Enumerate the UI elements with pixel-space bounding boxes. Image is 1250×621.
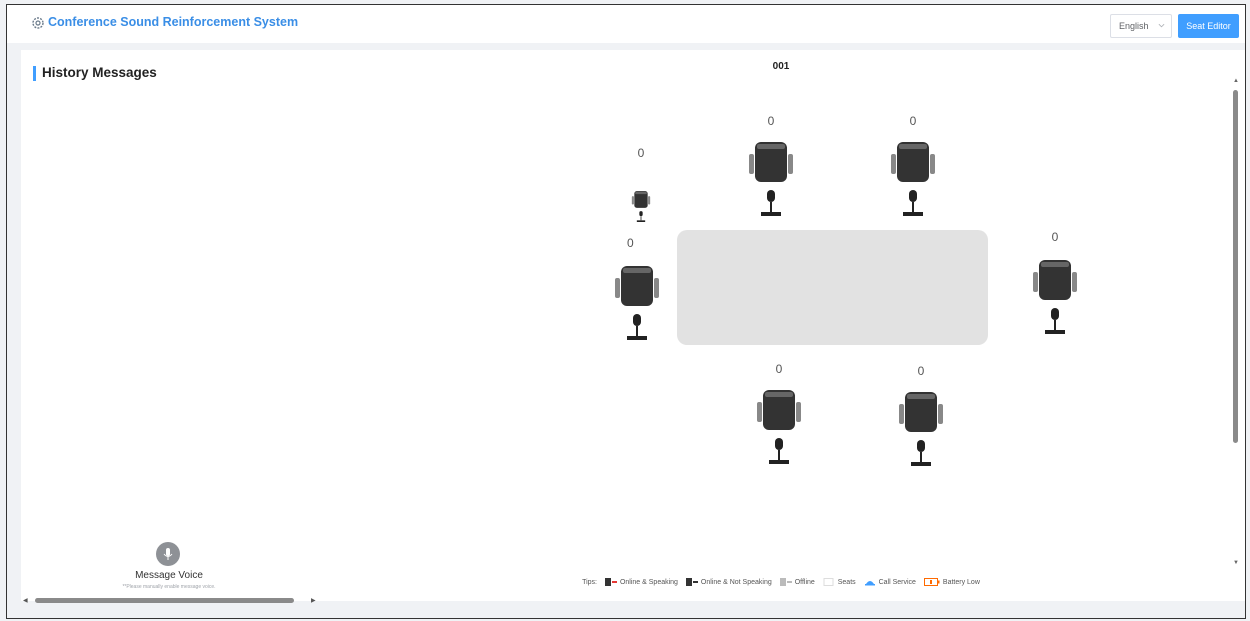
message-voice-note: **Please manually enable message voice. [122,584,216,590]
seat-outline-icon [823,578,834,586]
language-value: English [1119,21,1149,31]
scrollbar-thumb[interactable] [35,598,294,603]
seat[interactable]: 0 [755,362,803,472]
legend-label: Seats [837,578,856,586]
microphone-icon [163,548,173,560]
legend-label: Offline [794,578,815,586]
seat-count: 0 [917,364,925,378]
legend-item: Online & Not Speaking [685,578,772,586]
history-panel: History Messages Message Voice **Please … [21,50,317,601]
battery-low-icon [923,578,940,586]
seat-count: 0 [627,236,634,250]
chair-mic-icon [615,266,659,340]
scroll-up-icon[interactable]: ▲ [1233,78,1239,84]
mic-online-speaking-icon [604,578,617,586]
legend-item: Offline [779,578,815,586]
scrollbar-thumb[interactable] [1233,90,1238,443]
chair-mic-icon [891,142,935,216]
header-bar: Conference Sound Reinforcement System En… [7,5,1245,43]
chevron-down-icon [1158,23,1165,28]
legend-item: Seats [823,578,856,586]
seat-count: 0 [1051,230,1059,244]
seat[interactable]: 0 [889,114,937,222]
mic-offline-icon [779,578,792,586]
app-window: Conference Sound Reinforcement System En… [6,4,1246,619]
vertical-scrollbar[interactable]: ▲ ▼ [1231,78,1241,603]
chair-mic-icon [757,390,801,464]
conference-table [677,230,988,358]
message-voice-label: Message Voice [135,570,203,581]
horizontal-scrollbar[interactable]: ◀ ▶ [21,595,317,605]
chair-mic-icon [899,392,943,466]
call-service-icon [864,581,875,586]
legend-tips-label: Tips: [582,578,598,586]
legend-item: Call Service [864,578,916,586]
chair-mic-icon [631,191,651,222]
chair-mic-icon [749,142,793,216]
scroll-right-icon[interactable]: ▶ [311,597,316,604]
seat[interactable]: 0 [897,364,945,474]
seat[interactable]: 0 [613,236,661,346]
seat[interactable]: 0 [621,146,661,226]
seat[interactable]: 0 [747,114,795,222]
legend-label: Call Service [878,578,916,586]
seat-count: 0 [909,114,917,128]
legend-item: Battery Low [923,578,980,586]
seat-count: 0 [775,362,783,376]
mic-online-icon [685,578,698,586]
seat-count: 0 [637,146,645,160]
scroll-left-icon[interactable]: ◀ [23,597,28,604]
message-voice-button[interactable] [156,542,180,566]
legend-label: Battery Low [942,578,980,586]
chair-mic-icon [1033,260,1077,334]
room-id: 001 [772,61,790,72]
legend: Tips: Online & Speaking Online & Not Spe… [317,578,1245,586]
title-accent-bar [33,66,36,81]
legend-label: Online & Not Speaking [700,578,772,586]
seat-editor-button[interactable]: Seat Editor [1178,14,1239,38]
legend-item: Online & Speaking [604,578,678,586]
scroll-down-icon[interactable]: ▼ [1233,560,1239,566]
gear-icon [32,17,44,29]
history-title: History Messages [42,65,157,80]
app-title: Conference Sound Reinforcement System [48,15,299,29]
seat[interactable]: 0 [1031,230,1079,340]
seat-map-panel: 001 0 0 0 0 0 0 0 Tips: Online & Speakin… [317,50,1245,601]
seat-count: 0 [767,114,775,128]
language-select[interactable]: English [1110,14,1172,38]
legend-label: Online & Speaking [619,578,678,586]
